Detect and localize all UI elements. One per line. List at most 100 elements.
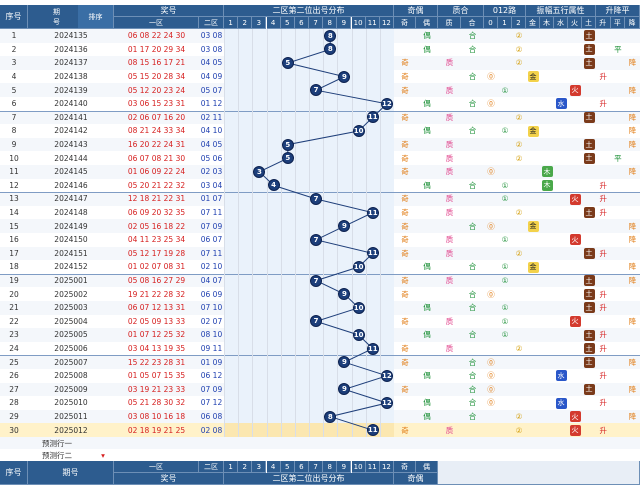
- row-prime-comp: 质: [445, 235, 454, 245]
- row-zone2: 05 07: [200, 85, 223, 95]
- row-seq: 3: [11, 58, 17, 68]
- dist-grid-line: [238, 409, 240, 424]
- dist-grid-line: [365, 369, 367, 383]
- dist-grid-line: [379, 246, 381, 261]
- row-road-mark: ⓪: [487, 371, 495, 381]
- dist-grid-line: [309, 69, 310, 84]
- row-period: 2025001: [54, 276, 88, 286]
- row-prime-comp: 质: [445, 276, 454, 286]
- dist-grid-line: [351, 409, 353, 424]
- row-prime-comp: 合: [468, 303, 477, 313]
- dist-grid-line: [294, 205, 296, 220]
- forecast-dropdown-icon[interactable]: ▾: [96, 449, 110, 461]
- dist-grid-line: [252, 314, 254, 329]
- row-zone1: 05 12 20 23 24: [127, 85, 186, 95]
- row-prime-comp: 合: [468, 289, 477, 299]
- row-period: 2025003: [54, 303, 88, 313]
- row-prime-comp: 质: [445, 153, 454, 163]
- header-period-top: 期: [53, 7, 60, 16]
- row-period: 2024138: [54, 72, 88, 82]
- header-element-0: 金: [526, 17, 540, 29]
- dist-grid-line: [379, 219, 381, 233]
- footer-dist-num: 9: [337, 461, 352, 473]
- header-dist-num: 6: [294, 17, 309, 29]
- header-dist-num: 3: [252, 17, 267, 29]
- row-zone1: 03 06 15 23 31: [127, 99, 186, 109]
- sort-button[interactable]: 排序: [78, 5, 114, 29]
- dist-grid-line: [351, 137, 353, 152]
- row-period: 2025011: [54, 412, 88, 422]
- dist-grid-line: [238, 246, 240, 261]
- dist-grid-line: [294, 29, 296, 43]
- dist-grid-line: [309, 341, 310, 356]
- row-zone1: 08 15 16 17 21: [127, 58, 186, 68]
- header-road-0: 0: [484, 17, 498, 29]
- row-period: 2025002: [54, 289, 88, 299]
- dist-grid-line: [266, 192, 268, 206]
- dist-grid-line: [309, 124, 310, 138]
- dist-grid-line: [238, 69, 240, 84]
- dist-grid-line: [337, 178, 339, 193]
- row-seq: 15: [9, 221, 19, 231]
- row-zone2: 07 11: [200, 248, 223, 258]
- row-zone2: 01 12: [200, 99, 223, 109]
- row-period: 2024144: [54, 153, 88, 163]
- dist-grid-line: [266, 42, 268, 57]
- row-zone1: 19 21 22 28 32: [127, 289, 186, 299]
- row-element-tag: 土: [583, 152, 595, 164]
- row-prime-comp: 合: [468, 398, 477, 408]
- dist-grid-line: [280, 29, 282, 43]
- row-updown: 降: [628, 412, 637, 422]
- dist-grid-line: [280, 301, 282, 315]
- footer-dist-num: 10: [351, 461, 366, 473]
- row-element-tag: 火: [569, 424, 581, 436]
- footer-seq: 序号: [0, 461, 28, 485]
- row-zone2: 02 07: [200, 316, 223, 326]
- row-updown: 升: [599, 330, 608, 340]
- row-updown: 平: [614, 44, 622, 54]
- dist-grid-line: [280, 409, 282, 424]
- dist-grid-line: [266, 423, 268, 437]
- dist-grid-line: [224, 273, 225, 288]
- row-prime-comp: 质: [445, 194, 454, 204]
- dist-grid-line: [294, 423, 296, 437]
- row-prime-comp: 合: [468, 330, 477, 340]
- row-road-mark: ②: [515, 44, 523, 54]
- dist-grid-line: [323, 260, 325, 274]
- dist-grid-line: [238, 192, 240, 206]
- dist-grid-line: [365, 260, 367, 274]
- dist-grid-line: [294, 409, 296, 424]
- row-element-tag: 火: [569, 411, 581, 423]
- row-period: 2025007: [54, 357, 88, 367]
- header-prime: 质: [438, 17, 461, 29]
- row-prime-comp: 质: [445, 208, 454, 218]
- dist-grid-line: [252, 56, 254, 70]
- dist-grid-line: [323, 233, 325, 247]
- row-seq: 26: [9, 371, 19, 381]
- row-road-mark: ⓪: [487, 72, 495, 82]
- dist-grid-line: [337, 423, 339, 437]
- dist-grid-line: [224, 110, 225, 125]
- dist-grid-line: [309, 178, 310, 193]
- row-updown: 降: [628, 126, 637, 136]
- dist-grid-line: [379, 287, 381, 301]
- header-element-1: 木: [540, 17, 554, 29]
- row-period: 2025009: [54, 384, 88, 394]
- dist-grid-line: [323, 301, 325, 315]
- dist-grid-line: [379, 301, 381, 315]
- dist-grid-line: [323, 246, 325, 261]
- dist-grid-line: [351, 273, 353, 288]
- forecast-row-1[interactable]: 预测行一: [0, 437, 114, 449]
- row-zone2: 04 05: [200, 140, 223, 150]
- dist-grid-line: [266, 137, 268, 152]
- row-road-mark: ②: [515, 58, 523, 68]
- footer-dist-num: 4: [266, 461, 281, 473]
- dist-grid-line: [365, 29, 367, 43]
- row-element-tag: 金: [527, 125, 539, 137]
- row-zone1: 02 05 16 18 22: [127, 221, 186, 231]
- dist-grid-line: [238, 124, 240, 138]
- row-seq: 1: [11, 31, 17, 41]
- dist-grid-line: [224, 233, 225, 247]
- row-period: 2024137: [54, 58, 88, 68]
- row-period: 2024150: [54, 235, 88, 245]
